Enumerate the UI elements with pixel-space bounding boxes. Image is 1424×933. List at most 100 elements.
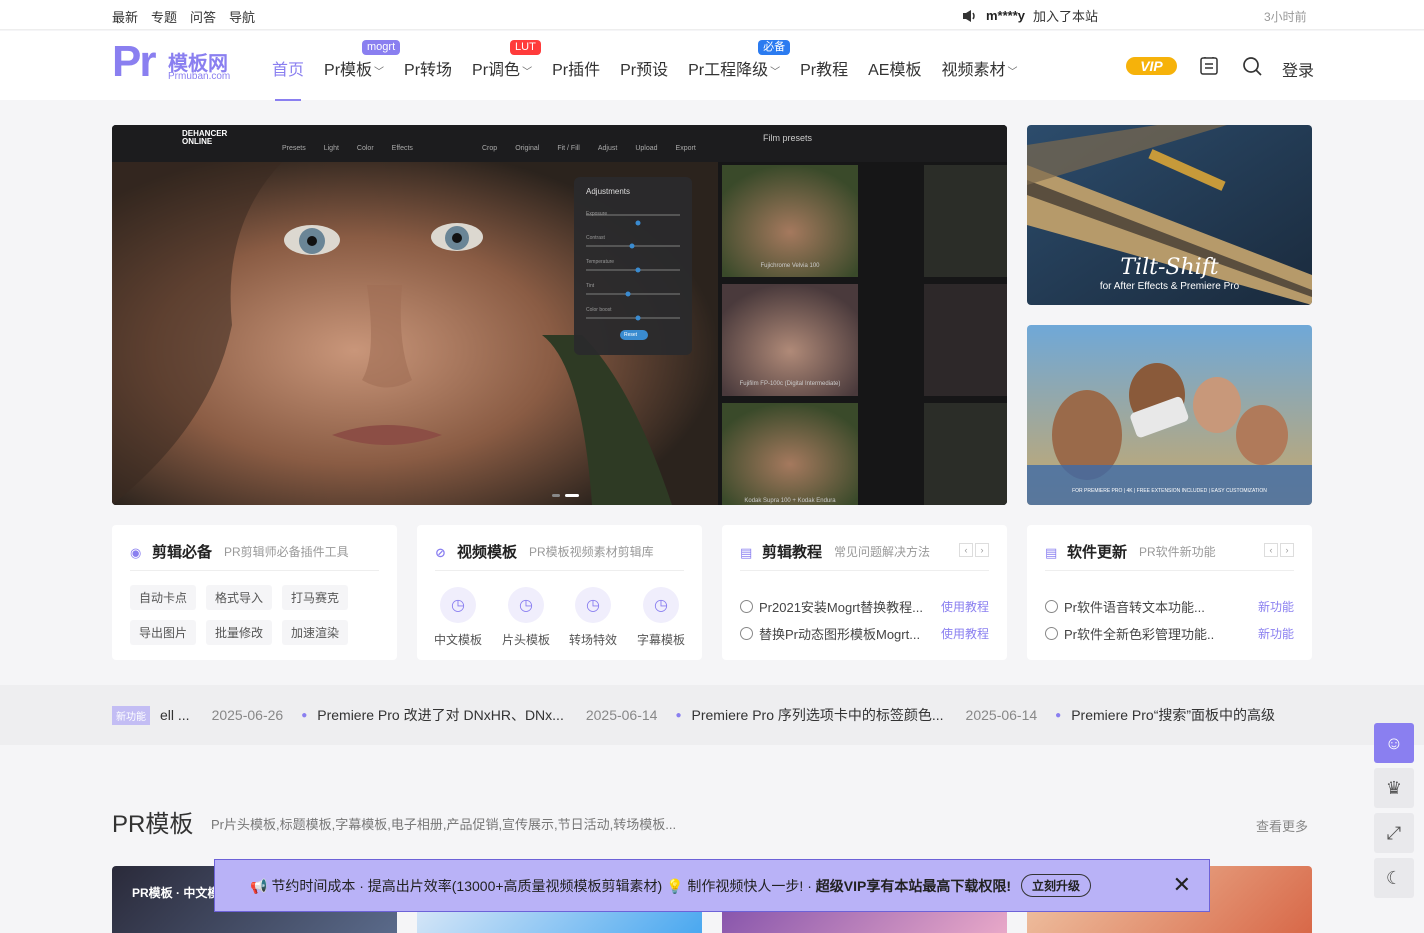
vip-button[interactable]: VIP: [1126, 57, 1177, 75]
ticker-item[interactable]: Premiere Pro“搜索”面板中的高级: [1071, 705, 1275, 725]
nav-pr-tutorials[interactable]: Pr教程: [800, 56, 848, 80]
list-item[interactable]: Pr软件全新色彩管理功能.. 新功能: [1045, 620, 1294, 647]
side-banner-selfie[interactable]: FOR PREMIERE PRO | 4K | FREE EXTENSION I…: [1027, 325, 1312, 505]
top-link-qa[interactable]: 问答: [190, 7, 216, 26]
video-template-item[interactable]: ◷ 中文模板: [428, 587, 488, 648]
main-header: Pr 模板网 Prmuban.com 首页 mogrt Pr模板 ﹀ Pr转场 LU…: [0, 31, 1424, 101]
chevron-right-icon[interactable]: ›: [975, 543, 989, 557]
main-banner[interactable]: DEHANCER ONLINE Presets Light Color Effe…: [112, 125, 1007, 505]
vip-crown-button[interactable]: ♛: [1374, 768, 1414, 808]
video-template-item[interactable]: ◷ 转场特效: [563, 587, 623, 648]
banner-toolbar: Presets Light Color Effects: [282, 145, 413, 152]
clock-icon: ◷: [643, 587, 679, 623]
tool-adjust: Adjust: [597, 145, 618, 152]
tag-list: 自动卡点 格式导入 打马赛克 导出图片 批量修改 加速渲染: [130, 585, 380, 645]
chevron-left-icon[interactable]: ‹: [959, 543, 973, 557]
nav-video-assets-label: 视频素材: [941, 62, 1006, 79]
fullscreen-button[interactable]: ⤢: [1374, 813, 1414, 853]
top-links: 最新 专题 问答 导航: [112, 7, 255, 26]
slider-exposure: Exposure: [586, 211, 608, 217]
list-item-tag[interactable]: 新功能: [1258, 598, 1294, 615]
promo-text-2: 制作视频快人一步! ·: [687, 877, 816, 894]
tag-item[interactable]: 导出图片: [130, 620, 197, 645]
nav-pr-plugins[interactable]: Pr插件: [552, 56, 600, 80]
chevron-down-icon: ﹀: [1007, 67, 1018, 78]
nav-pr-downgrade[interactable]: 必备 Pr工程降级 ﹀: [688, 40, 791, 80]
top-link-nav[interactable]: 导航: [229, 7, 255, 26]
adjustments-title: Adjustments: [586, 187, 631, 196]
ticker-item[interactable]: ell ...: [160, 707, 190, 723]
join-notice: m****y 加入了本站: [962, 6, 1098, 25]
list-item[interactable]: Pr软件语音转文本功能... 新功能: [1045, 593, 1294, 620]
expand-icon: ⤢: [1386, 822, 1402, 843]
signin-icon[interactable]: [1198, 55, 1220, 77]
support-button[interactable]: ☺: [1374, 723, 1414, 763]
nav-pr-presets[interactable]: Pr预设: [620, 56, 668, 80]
nav-badge-mogrt: mogrt: [362, 40, 401, 55]
robot-icon: ◉: [130, 544, 142, 560]
news-ticker: 新功能 ell ... 2025-06-26 ● Premiere Pro 改进…: [0, 685, 1424, 745]
tag-item[interactable]: 自动卡点: [130, 585, 197, 610]
nav-pr-presets-label: Pr预设: [620, 62, 669, 79]
nav-pr-templates[interactable]: mogrt Pr模板 ﹀: [324, 40, 401, 80]
dark-mode-button[interactable]: ☾: [1374, 858, 1414, 898]
upgrade-button[interactable]: 立刻升级: [1021, 874, 1092, 897]
tag-item[interactable]: 打马赛克: [282, 585, 349, 610]
list-item-tag[interactable]: 使用教程: [941, 598, 989, 615]
tiltshift-sub: for After Effects & Premiere Pro: [1099, 281, 1240, 292]
film-presets-title: Film presets: [763, 133, 813, 143]
lightbulb-icon: 💡: [666, 877, 684, 894]
close-icon[interactable]: ✕: [1173, 872, 1191, 898]
list-item-tag[interactable]: 使用教程: [941, 625, 989, 642]
top-link-topics[interactable]: 专题: [151, 7, 177, 26]
tag-item[interactable]: 批量修改: [206, 620, 273, 645]
nav-pr-transitions[interactable]: Pr转场: [404, 56, 452, 80]
list-item-title: 替换Pr动态图形模板Mogrt...: [759, 627, 921, 642]
main-nav: 首页 mogrt Pr模板 ﹀ Pr转场 LUT Pr调色 ﹀ Pr插件 Pr预设 必备…: [272, 40, 1038, 101]
video-template-item[interactable]: ◷ 字幕模板: [631, 587, 691, 648]
nav-ae-templates[interactable]: AE模板: [868, 56, 921, 80]
nav-home[interactable]: 首页: [272, 56, 305, 101]
list-item-title: Pr2021安装Mogrt替换教程...: [759, 600, 923, 615]
tool-upload: Upload: [635, 145, 658, 152]
tag-item[interactable]: 格式导入: [206, 585, 273, 610]
video-template-label: 字幕模板: [636, 633, 685, 647]
chevron-right-icon[interactable]: ›: [1280, 543, 1294, 557]
nav-pr-color[interactable]: LUT Pr调色 ﹀: [472, 40, 541, 80]
section-title: PR模板: [112, 811, 194, 838]
ticker-item[interactable]: Premiere Pro 改进了对 DNxHR、DNx...: [317, 705, 564, 725]
list-item-tag[interactable]: 新功能: [1258, 625, 1294, 642]
clock-icon: [740, 627, 753, 640]
tag-item[interactable]: 加速渲染: [282, 620, 349, 645]
list-item[interactable]: 替换Pr动态图形模板Mogrt... 使用教程: [740, 620, 989, 647]
top-bar: 最新 专题 问答 导航 m****y 加入了本站 3小时前: [0, 0, 1424, 30]
adjust-sliders: Exposure Contrast Temperature Tint Color…: [586, 211, 614, 313]
side-banner-tiltshift[interactable]: Tilt-Shift for After Effects & Premiere …: [1027, 125, 1312, 305]
search-icon[interactable]: [1241, 55, 1263, 77]
compass-icon: ⊘: [435, 544, 446, 560]
film-label-1: Fujichrome Velvia 100: [760, 263, 820, 269]
card-editing-essentials: ◉ 剪辑必备 PR剪辑师必备插件工具 自动卡点 格式导入 打马赛克 导出图片 批量修…: [112, 525, 397, 660]
tiltshift-title: Tilt-Shift: [1120, 255, 1219, 280]
card-video-templates: ⊘ 视频模板 PR模板视频素材剪辑库 ◷ 中文模板 ◷ 片头模板 ◷ 转场特效 ◷ 字幕模板: [417, 525, 702, 660]
view-more-link[interactable]: 查看更多: [1256, 816, 1308, 835]
ticker-item[interactable]: Premiere Pro 序列选项卡中的标签颜色...: [692, 705, 944, 725]
chevron-left-icon[interactable]: ‹: [1264, 543, 1278, 557]
ticker-badge: 新功能: [112, 705, 150, 725]
banner-image: [112, 125, 1007, 505]
banner-app-name: DEHANCER ONLINE: [182, 129, 228, 146]
update-list: Pr软件语音转文本功能... 新功能 Pr软件全新色彩管理功能.. 新功能: [1045, 593, 1294, 647]
nav-home-label: 首页: [272, 62, 305, 79]
list-item[interactable]: Pr2021安装Mogrt替换教程... 使用教程: [740, 593, 989, 620]
site-logo[interactable]: Pr 模板网 Prmuban.com: [112, 37, 237, 86]
login-link[interactable]: 登录: [1282, 57, 1314, 81]
nav-pr-plugins-label: Pr插件: [552, 62, 601, 79]
list-item-title: Pr软件语音转文本功能...: [1064, 600, 1205, 615]
card-subtitle: PR软件新功能: [1139, 545, 1216, 559]
slider-color-boost: Color boost: [586, 307, 612, 313]
nav-video-assets[interactable]: 视频素材 ﹀: [941, 56, 1017, 80]
crown-icon: ♛: [1385, 777, 1403, 798]
top-link-latest[interactable]: 最新: [112, 7, 138, 26]
video-template-item[interactable]: ◷ 片头模板: [496, 587, 556, 648]
nav-pr-downgrade-label: Pr工程降级: [688, 62, 769, 79]
